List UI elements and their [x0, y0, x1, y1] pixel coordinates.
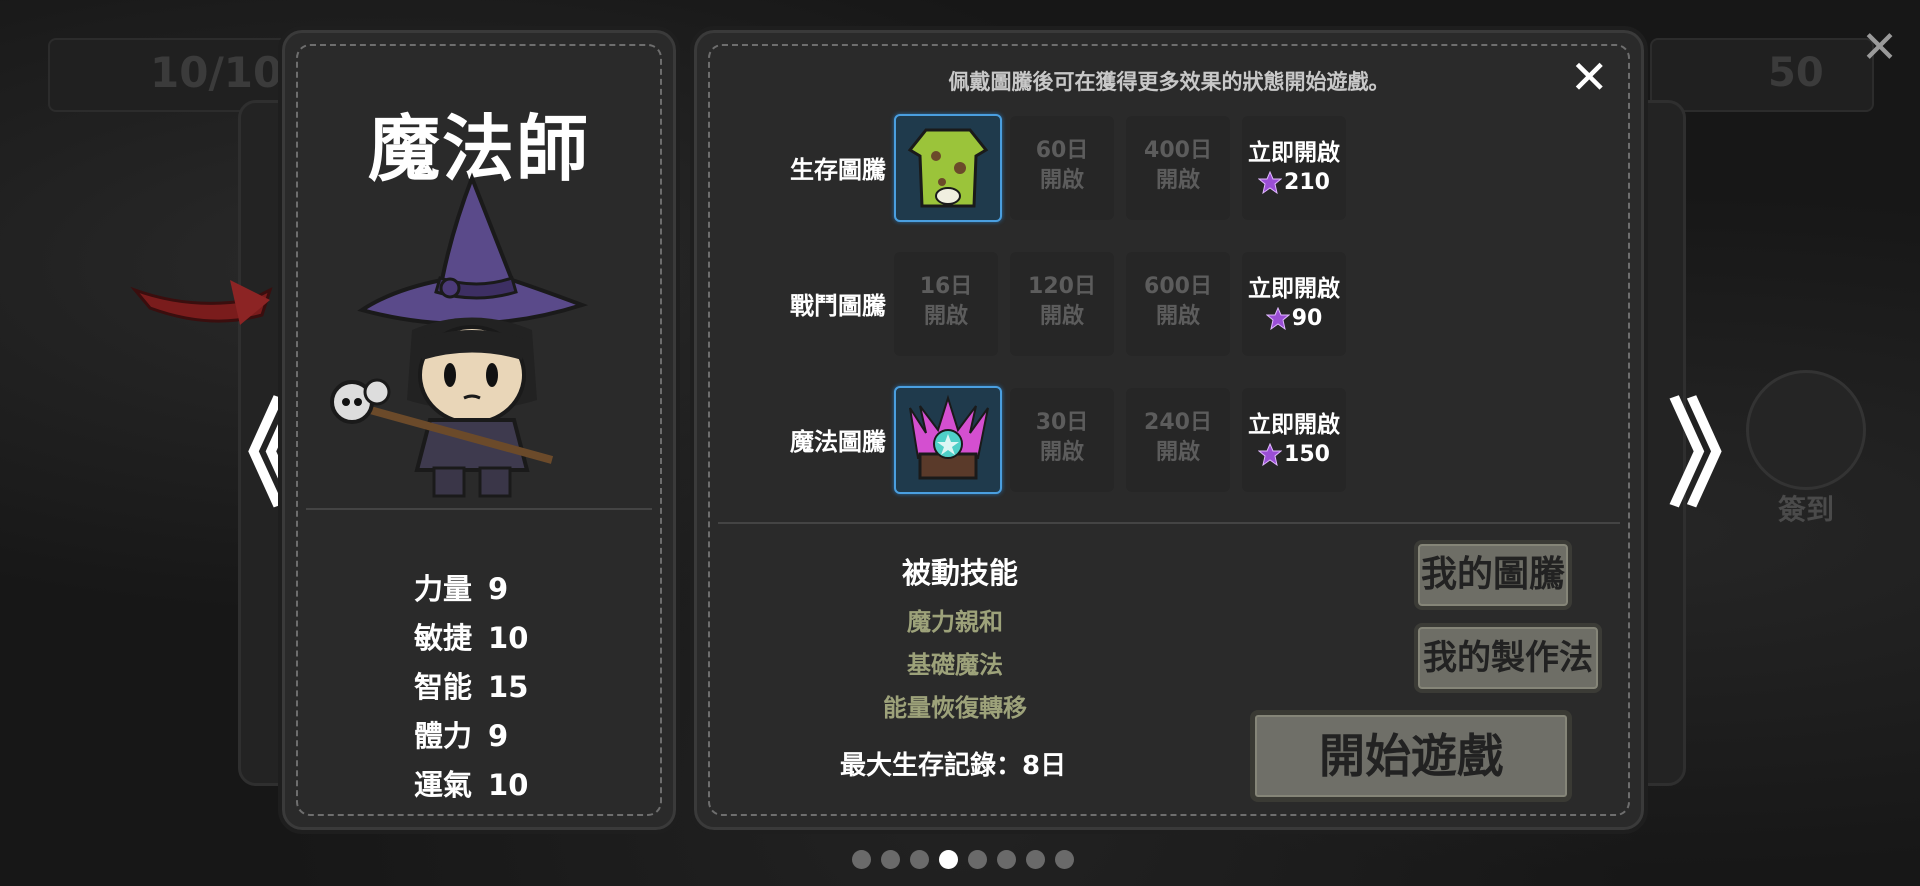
locked-totem-slot[interactable]: 400日 開啟: [1126, 116, 1230, 220]
next-arrow-button[interactable]: 》: [1668, 397, 1778, 513]
unlock-now-button[interactable]: 立即開啟 210: [1242, 116, 1346, 220]
purple-gem-icon: [1265, 307, 1290, 331]
stat-row-agility: 敏捷 10: [414, 614, 528, 663]
slot-text: 開啟: [1155, 168, 1200, 193]
page-dot[interactable]: [997, 850, 1016, 869]
page-dot[interactable]: [1026, 850, 1045, 869]
totem-panel: 佩戴圖騰後可在獲得更多效果的狀態開始遊戲。 ✕ 生存圖騰 60日 開啟 400日…: [690, 26, 1648, 834]
stat-value: 9: [488, 719, 509, 753]
stat-row-luck: 運氣 10: [414, 761, 528, 810]
red-axe-icon: [130, 280, 273, 325]
close-icon[interactable]: ✕: [1570, 54, 1609, 100]
slot-day: 120日: [1028, 274, 1096, 299]
totem-row-label-magic: 魔法圖騰: [790, 428, 886, 456]
page-dot[interactable]: [881, 850, 900, 869]
stat-label: 體力: [414, 719, 473, 753]
background-close-icon: ✕: [1861, 22, 1898, 73]
slot-day: 16日: [919, 274, 973, 299]
unlock-cost: 90: [1242, 304, 1346, 334]
totem-divider: [718, 522, 1620, 524]
stat-row-stamina: 體力 9: [414, 712, 528, 761]
passive-skill-item: 魔力親和: [907, 608, 1003, 636]
page-dot[interactable]: [910, 850, 929, 869]
stat-label: 運氣: [414, 768, 473, 802]
unlock-cost-value: 150: [1284, 442, 1330, 467]
stat-label: 力量: [414, 572, 473, 606]
page-dot-active[interactable]: [939, 850, 958, 869]
totem-row-label-combat: 戰鬥圖騰: [790, 292, 886, 320]
green-robe-totem-icon: [907, 128, 989, 208]
totem-row-label-survival: 生存圖騰: [790, 156, 886, 184]
stat-label: 敏捷: [414, 621, 473, 655]
purple-gem-icon: [1258, 443, 1283, 467]
passive-skill-item: 能量恢復轉移: [883, 694, 1027, 722]
slot-day: 600日: [1144, 274, 1212, 299]
slot-text: 開啟: [1155, 440, 1200, 465]
my-recipe-button[interactable]: 我的製作法: [1414, 623, 1602, 693]
background-counter: 10/10: [150, 48, 283, 97]
owned-totem-slot[interactable]: [894, 114, 1002, 222]
unlock-cost: 210: [1242, 168, 1346, 198]
background-gem-count: 50: [1768, 50, 1824, 96]
checkin-label: 簽到: [1778, 493, 1835, 526]
locked-totem-slot[interactable]: 240日 開啟: [1126, 388, 1230, 492]
unlock-label: 立即開啟: [1248, 412, 1340, 438]
stats-list: 力量 9 敏捷 10 智能 15 體力 9 運氣 10: [414, 565, 528, 810]
slot-day: 400日: [1144, 138, 1212, 163]
locked-totem-slot[interactable]: 60日 開啟: [1010, 116, 1114, 220]
slot-text: 開啟: [923, 304, 968, 329]
start-game-button[interactable]: 開始遊戲: [1250, 710, 1572, 802]
slot-day: 30日: [1035, 410, 1089, 435]
slot-text: 開啟: [1155, 304, 1200, 329]
page-dot[interactable]: [968, 850, 987, 869]
my-totem-button[interactable]: 我的圖騰: [1414, 540, 1572, 610]
passive-skill-item: 基礎魔法: [907, 651, 1003, 679]
slot-day: 60日: [1035, 138, 1089, 163]
max-survival-record: 最大生存記錄：8日: [840, 751, 1067, 781]
locked-totem-slot[interactable]: 120日 開啟: [1010, 252, 1114, 356]
locked-totem-slot[interactable]: 16日 開啟: [894, 252, 998, 356]
unlock-now-button[interactable]: 立即開啟 150: [1242, 388, 1346, 492]
slot-day: 240日: [1144, 410, 1212, 435]
wizard-character-icon: [330, 172, 589, 498]
stat-value: 9: [488, 572, 509, 606]
stat-row-intelligence: 智能 15: [414, 663, 528, 712]
page-indicator: [852, 850, 1074, 869]
locked-totem-slot[interactable]: 600日 開啟: [1126, 252, 1230, 356]
magic-crystal-totem-icon: [909, 394, 989, 480]
stat-value: 10: [488, 621, 529, 655]
page-dot[interactable]: [1055, 850, 1074, 869]
owned-totem-slot[interactable]: [894, 386, 1002, 494]
slot-text: 開啟: [1039, 168, 1084, 193]
slot-text: 開啟: [1039, 304, 1084, 329]
passive-skills-title: 被動技能: [902, 556, 1019, 590]
unlock-label: 立即開啟: [1248, 140, 1340, 166]
slot-text: 開啟: [1039, 440, 1084, 465]
unlock-cost-value: 210: [1284, 170, 1330, 195]
character-panel: 魔法師 力量 9 敏捷 10 智能 15 體力 9 運氣 10: [278, 26, 680, 834]
stat-row-strength: 力量 9: [414, 565, 528, 614]
purple-gem-icon: [1258, 171, 1283, 195]
locked-totem-slot[interactable]: 30日 開啟: [1010, 388, 1114, 492]
stat-value: 10: [488, 768, 529, 802]
page-dot[interactable]: [852, 850, 871, 869]
stat-label: 智能: [414, 670, 473, 704]
background-top-right-bar: [1650, 38, 1874, 112]
unlock-cost-value: 90: [1291, 306, 1323, 331]
stat-value: 15: [488, 670, 529, 704]
unlock-label: 立即開啟: [1248, 276, 1340, 302]
totem-hint-text: 佩戴圖騰後可在獲得更多效果的狀態開始遊戲。: [948, 70, 1390, 94]
character-divider: [306, 508, 652, 510]
unlock-cost: 150: [1242, 440, 1346, 470]
unlock-now-button[interactable]: 立即開啟 90: [1242, 252, 1346, 356]
